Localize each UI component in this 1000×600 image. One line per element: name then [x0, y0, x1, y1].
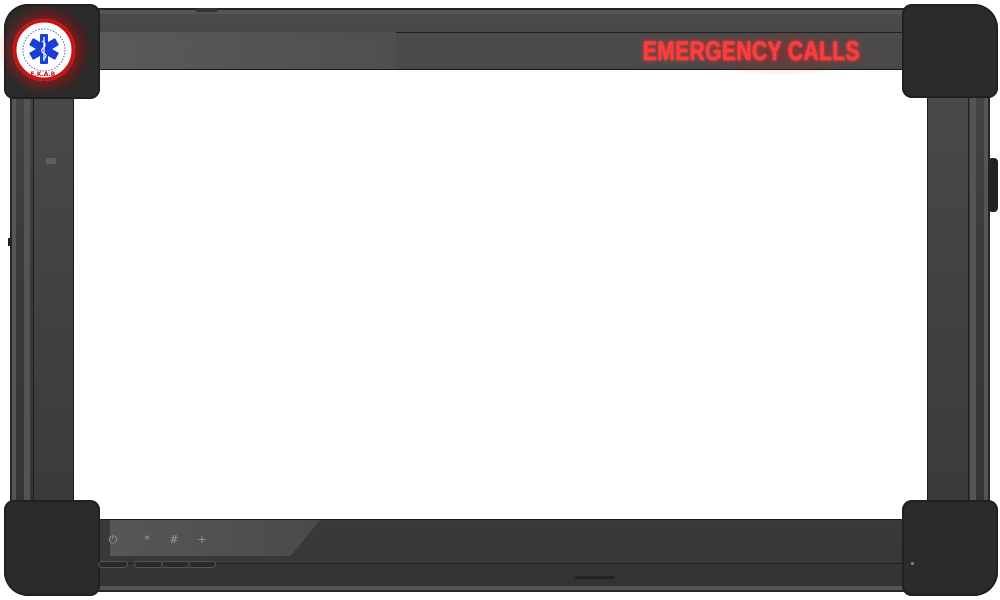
side-port: [8, 238, 12, 246]
star-of-life-icon: Ε.Κ.Α.Β.: [13, 19, 75, 81]
bottom-port: [575, 576, 615, 579]
bezel-rim-left: [24, 36, 30, 560]
button-divider: [161, 561, 163, 568]
device-screen[interactable]: [74, 70, 927, 519]
logo-bottom-text: Ε.Κ.Α.Β.: [30, 71, 57, 78]
button-divider: [188, 561, 190, 568]
star-key[interactable]: *: [139, 533, 155, 546]
bezel-highlight-top: [96, 32, 396, 70]
ekab-logo: Ε.Κ.Α.Β.: [13, 19, 75, 81]
power-button[interactable]: [98, 561, 128, 568]
top-button[interactable]: [196, 8, 218, 12]
hash-key[interactable]: #: [166, 533, 182, 546]
camera-icon: [46, 158, 56, 164]
side-button[interactable]: [988, 158, 998, 212]
function-button-bar[interactable]: [134, 561, 216, 568]
bezel-rim-right: [970, 36, 976, 560]
power-icon[interactable]: ⏻: [105, 533, 121, 547]
status-led: [911, 562, 914, 565]
plus-key[interactable]: +: [194, 533, 210, 546]
corner-bumper-bottom-left: [4, 500, 100, 596]
emergency-calls-title: EMERGENCY CALLS: [642, 36, 860, 66]
corner-bumper-bottom-right: [902, 500, 998, 596]
corner-bumper-top-right: [902, 4, 998, 98]
